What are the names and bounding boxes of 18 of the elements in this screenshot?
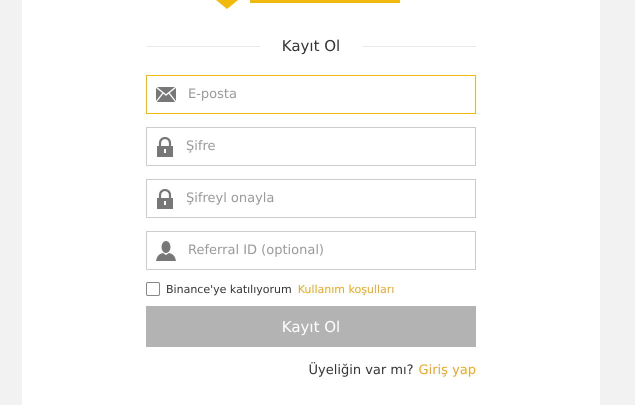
envelope-icon: [156, 87, 176, 102]
input-field[interactable]: Şifreyl onayla: [146, 179, 476, 218]
input-field[interactable]: E-posta: [146, 75, 476, 114]
person-icon: [156, 240, 176, 260]
text-input[interactable]: Şifreyl onayla: [184, 190, 475, 207]
text-input[interactable]: Referral ID (optional): [186, 242, 475, 259]
login-link[interactable]: Giriş yap: [418, 363, 476, 378]
input-field[interactable]: Şifre: [146, 127, 476, 166]
terms-link[interactable]: Kullanım koşulları: [298, 282, 394, 296]
text-input[interactable]: E-posta: [186, 86, 475, 103]
checkbox[interactable]: [146, 282, 160, 296]
account-question: Üyeliğin var mı?: [308, 363, 414, 378]
text-input[interactable]: Şifre: [184, 138, 475, 155]
input-field[interactable]: Referral ID (optional): [146, 231, 476, 270]
terms-label: Binance'ye katılıyorum: [166, 282, 292, 296]
lock-icon: [156, 136, 174, 156]
form-title: Kayıt Ol: [282, 37, 340, 55]
lock-icon: [156, 188, 174, 208]
